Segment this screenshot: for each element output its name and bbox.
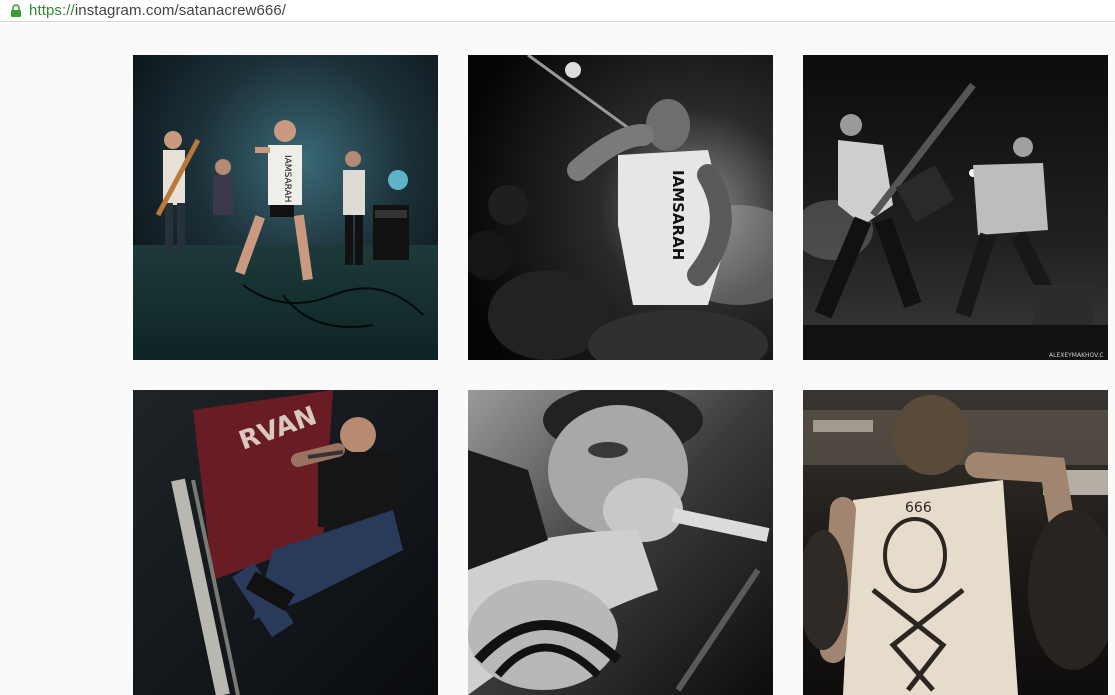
photo-tile-5[interactable] — [468, 390, 773, 695]
url-scheme: https:// — [29, 2, 75, 19]
lock-icon — [9, 3, 23, 18]
browser-address-bar[interactable]: https://instagram.com/satanacrew666/ — [0, 0, 1115, 22]
photo-2-image: IAMSARAH — [468, 55, 773, 360]
photo-1-image: IAMSARAH — [133, 55, 438, 360]
photo-1-shirt-text: IAMSARAH — [282, 155, 292, 202]
photo-5-image — [468, 390, 773, 695]
photo-6-image: 666 — [803, 390, 1108, 695]
photo-3-watermark: ALEXEYMAKHOV.C — [1049, 352, 1104, 359]
photo-3-image: ALEXEYMAKHOV.C — [803, 55, 1108, 360]
photo-6-shirt-text: 666 — [905, 500, 932, 516]
photo-4-image: RVAN — [133, 390, 438, 695]
photo-tile-3[interactable]: ALEXEYMAKHOV.C — [803, 55, 1108, 360]
url-path: instagram.com/satanacrew666/ — [74, 2, 287, 19]
photo-2-shirt-text: IAMSARAH — [669, 170, 687, 260]
photo-tile-4[interactable]: RVAN — [133, 390, 438, 695]
address-url[interactable]: https://instagram.com/satanacrew666/ — [29, 2, 286, 19]
photo-grid: IAMSARAH IAMSARAH ALEXEYMAKHOV.C RVAN 66… — [133, 55, 1108, 695]
photo-tile-2[interactable]: IAMSARAH — [468, 55, 773, 360]
photo-tile-6[interactable]: 666 — [803, 390, 1108, 695]
photo-tile-1[interactable]: IAMSARAH — [133, 55, 438, 360]
